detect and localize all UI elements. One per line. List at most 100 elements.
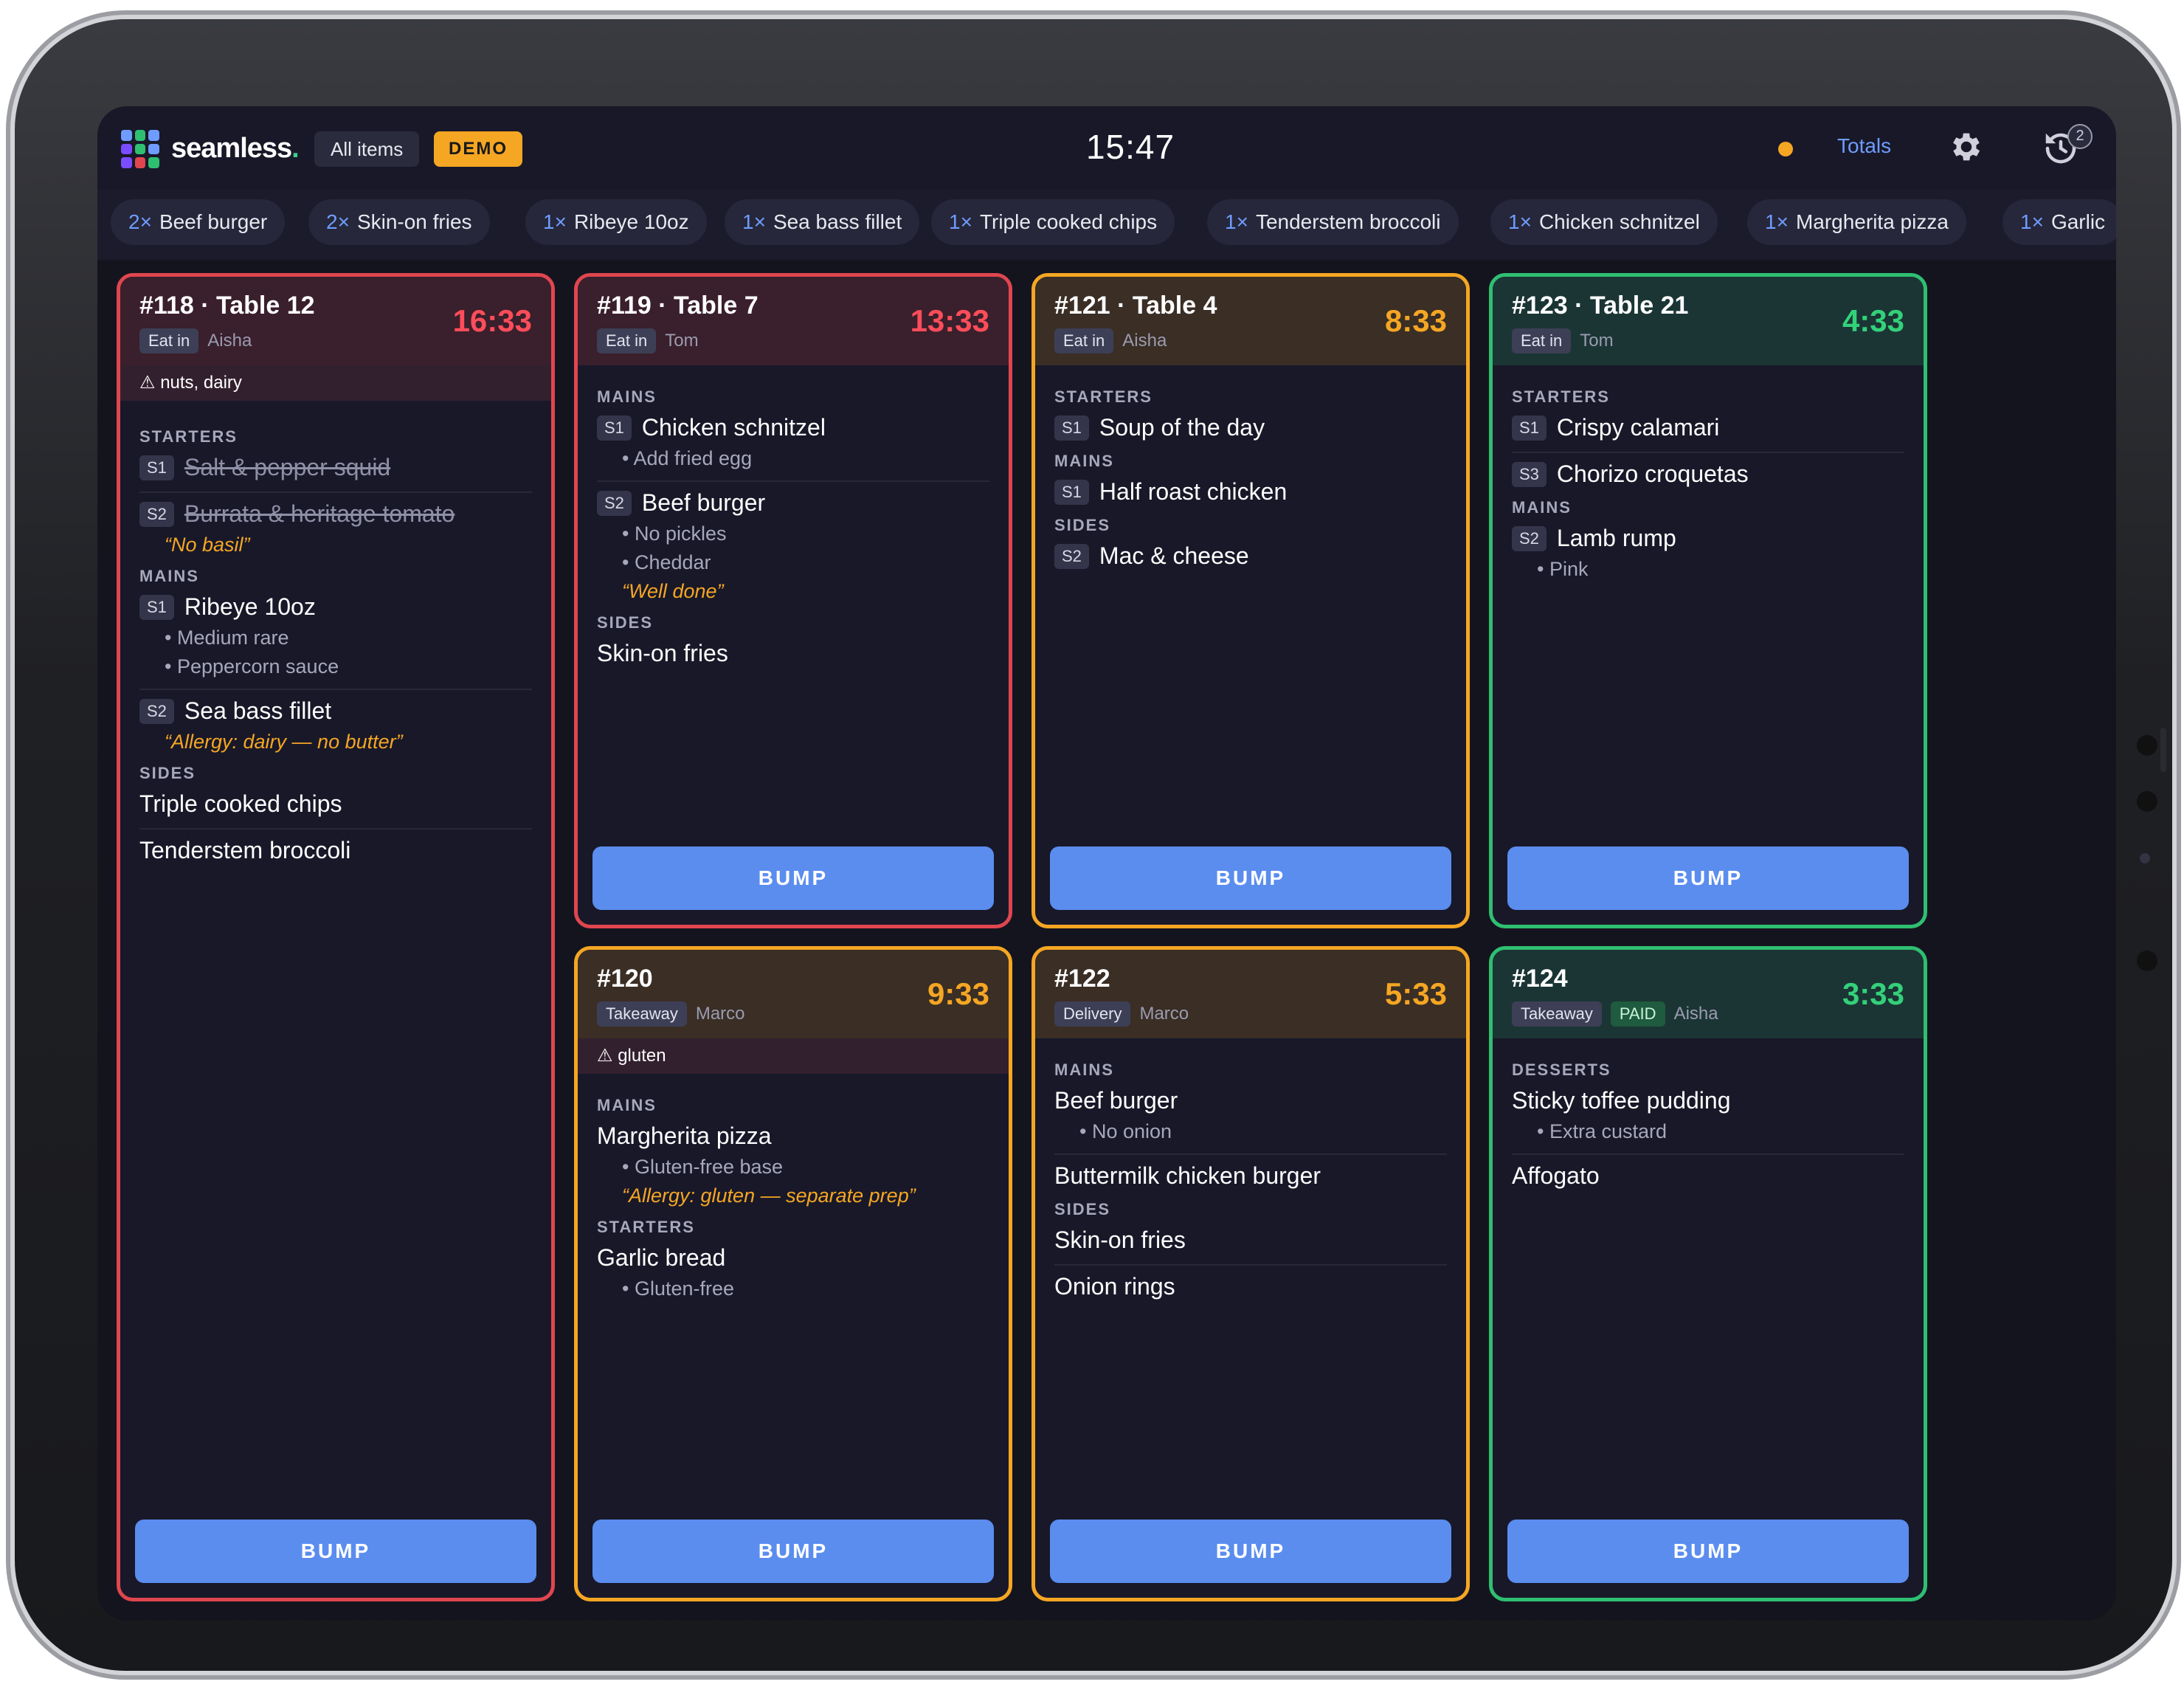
clock: 15:47 xyxy=(1085,128,1175,166)
order-type-tag: Takeaway xyxy=(597,1001,687,1027)
view-filter-chip[interactable]: All items xyxy=(314,131,420,167)
summary-pill[interactable]: 1× Garlic xyxy=(2002,199,2116,245)
ticket-item[interactable]: S1 Ribeye 10oz xyxy=(139,593,532,621)
order-type-tag: Delivery xyxy=(1054,1001,1131,1027)
bump-button[interactable]: BUMP xyxy=(135,1520,536,1583)
summary-pill[interactable]: 1× Chicken schnitzel xyxy=(1490,199,1718,245)
course-heading: MAINS xyxy=(1512,498,1572,517)
course-heading: MAINS xyxy=(597,1096,657,1114)
ticket-item[interactable]: S2 Lamb rump xyxy=(1512,525,1904,552)
order-ticket-124: #124 Takeaway PAID Aisha 3:33 DESSERTS Sti… xyxy=(1489,946,1927,1601)
seat-tag: S1 xyxy=(1512,415,1547,441)
seat-tag: S2 xyxy=(139,698,174,724)
ticket-header: #120 Takeaway Marco 9:33 xyxy=(578,950,1009,1038)
bump-button[interactable]: BUMP xyxy=(1507,846,1909,910)
ticket-item[interactable]: Affogato xyxy=(1512,1162,1904,1190)
bump-button[interactable]: BUMP xyxy=(1050,1520,1451,1583)
course-heading: SIDES xyxy=(1054,516,1111,534)
summary-pill[interactable]: 2× Skin-on fries xyxy=(308,199,490,245)
bump-button[interactable]: BUMP xyxy=(1507,1520,1909,1583)
seat-tag: S1 xyxy=(597,415,632,441)
warning-icon: ⚠ xyxy=(597,1046,618,1066)
ticket-item[interactable]: Beef burger xyxy=(1054,1087,1447,1114)
ticket-item[interactable]: Skin-on fries xyxy=(1054,1227,1447,1254)
item-modifier: • Pink xyxy=(1537,558,1589,580)
order-type-tag: Eat in xyxy=(597,328,657,353)
item-modifier: • Cheddar xyxy=(622,551,711,573)
ticket-item[interactable]: S3 Chorizo croquetas xyxy=(1512,461,1904,488)
ticket-header: #124 Takeaway PAID Aisha 3:33 xyxy=(1493,950,1924,1038)
warning-icon: ⚠ xyxy=(139,373,161,393)
summary-pill[interactable]: 1× Margherita pizza xyxy=(1747,199,1966,245)
ticket-item[interactable]: S1 Chicken schnitzel xyxy=(597,414,989,441)
seat-tag: S1 xyxy=(1054,415,1089,441)
summary-pill[interactable]: 2× Beef burger xyxy=(111,199,286,245)
order-type-tag: Eat in xyxy=(139,328,199,353)
server-name: Aisha xyxy=(1122,331,1167,351)
item-note: “No basil” xyxy=(165,534,250,556)
item-modifier: • No pickles xyxy=(622,522,727,545)
order-type-tag: Takeaway xyxy=(1512,1001,1602,1027)
course-heading: STARTERS xyxy=(1512,387,1610,406)
item-modifier: • Gluten-free base xyxy=(622,1156,784,1178)
ticket-timer: 13:33 xyxy=(910,303,989,338)
server-name: Aisha xyxy=(207,331,252,351)
seat-tag: S2 xyxy=(1054,543,1089,569)
ticket-item[interactable]: Tenderstem broccoli xyxy=(139,837,532,864)
course-heading: MAINS xyxy=(1054,452,1114,470)
item-modifier: • Add fried egg xyxy=(622,447,753,469)
summary-pill[interactable]: 1× Ribeye 10oz xyxy=(525,199,707,245)
ticket-item[interactable]: S2 Burrata & heritage tomato xyxy=(139,500,532,528)
ticket-header: #123 · Table 21 Eat in Tom 4:33 xyxy=(1493,277,1924,365)
course-heading: MAINS xyxy=(139,567,199,585)
ticket-item[interactable]: Garlic bread xyxy=(597,1244,989,1272)
seat-tag: S3 xyxy=(1512,461,1547,487)
item-modifier: • Extra custard xyxy=(1537,1120,1668,1142)
ticket-timer: 3:33 xyxy=(1842,976,1904,1011)
course-heading: SIDES xyxy=(139,764,196,782)
ticket-title: #121 · Table 4 xyxy=(1054,292,1217,320)
server-name: Tom xyxy=(1580,331,1614,351)
ticket-item[interactable]: S1 Crispy calamari xyxy=(1512,414,1904,441)
summary-pill[interactable]: 1× Sea bass fillet xyxy=(725,199,920,245)
bump-button[interactable]: BUMP xyxy=(592,1520,994,1583)
item-summary-strip: 2× Beef burger 2× Skin-on fries 1× Ribeye 1… xyxy=(97,189,2116,260)
allergy-banner: ⚠ nuts, dairy xyxy=(120,365,551,401)
bump-button[interactable]: BUMP xyxy=(592,846,994,910)
connection-status-dot xyxy=(1778,142,1793,156)
ticket-item[interactable]: S2 Mac & cheese xyxy=(1054,542,1447,570)
ticket-item[interactable]: Sticky toffee pudding xyxy=(1512,1087,1904,1114)
ticket-header: #121 · Table 4 Eat in Aisha 8:33 xyxy=(1035,277,1466,365)
settings-gear-icon[interactable] xyxy=(1948,128,1985,165)
ticket-item[interactable]: S2 Beef burger xyxy=(597,489,989,517)
totals-button[interactable]: Totals xyxy=(1837,134,1891,158)
ticket-item[interactable]: Triple cooked chips xyxy=(139,790,532,818)
ticket-timer: 8:33 xyxy=(1384,303,1447,338)
server-name: Aisha xyxy=(1673,1004,1718,1024)
course-heading: SIDES xyxy=(1054,1200,1111,1218)
ticket-item[interactable]: Skin-on fries xyxy=(597,640,989,667)
ticket-item[interactable]: S1 Soup of the day xyxy=(1054,414,1447,441)
summary-pill[interactable]: 1× Triple cooked chips xyxy=(931,199,1175,245)
ticket-item[interactable]: Onion rings xyxy=(1054,1273,1447,1300)
order-ticket-121: #121 · Table 4 Eat in Aisha 8:33 STARTERS… xyxy=(1031,273,1470,928)
camera-dot xyxy=(2137,735,2157,756)
ticket-item[interactable]: Margherita pizza xyxy=(597,1122,989,1150)
order-ticket-122: #122 Delivery Marco 5:33 MAINS Beef burge… xyxy=(1031,946,1470,1601)
server-name: Marco xyxy=(1139,1004,1189,1024)
ticket-title: #122 xyxy=(1054,965,1110,993)
ticket-item[interactable]: Buttermilk chicken burger xyxy=(1054,1162,1447,1190)
camera-dot xyxy=(2137,791,2157,812)
seat-tag: S1 xyxy=(139,594,174,620)
order-ticket-118: #118 · Table 12 Eat in Aisha 16:33 ⚠ nuts… xyxy=(117,273,555,1601)
volume-button xyxy=(2160,728,2166,772)
bump-button[interactable]: BUMP xyxy=(1050,846,1451,910)
order-ticket-120: #120 Takeaway Marco 9:33 ⚠ gluten MAINS M… xyxy=(574,946,1012,1601)
ticket-item[interactable]: S1 Half roast chicken xyxy=(1054,478,1447,506)
item-modifier: • Medium rare xyxy=(165,627,289,649)
summary-pill[interactable]: 1× Tenderstem broccoli xyxy=(1207,199,1459,245)
ticket-item[interactable]: S2 Sea bass fillet xyxy=(139,697,532,725)
item-note: “Allergy: dairy — no butter” xyxy=(165,731,403,753)
ticket-item[interactable]: S1 Salt & pepper squid xyxy=(139,454,532,481)
item-modifier: • No onion xyxy=(1079,1120,1172,1142)
